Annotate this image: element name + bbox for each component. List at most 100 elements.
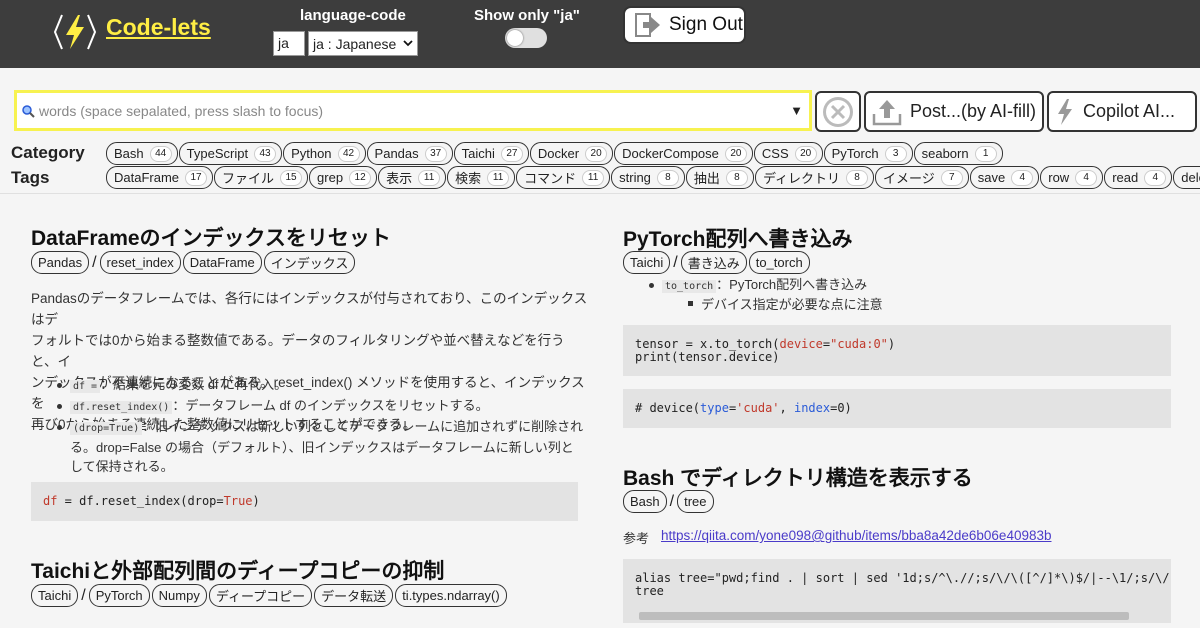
chip-label: CSS (761, 146, 789, 161)
post-category-tag[interactable]: Taichi (623, 251, 671, 274)
post-tag[interactable]: to_torch (748, 251, 810, 274)
category-chip-typescript[interactable]: TypeScript 43 (178, 142, 283, 165)
code-line: tree (635, 584, 664, 598)
category-label: Category (11, 143, 85, 162)
chip-label: Pandas (374, 146, 419, 161)
tags-label: Tags (11, 168, 50, 187)
code-token: ) (252, 494, 260, 508)
tag-chip-command[interactable]: コマンド 11 (516, 166, 611, 189)
reference-link[interactable]: https://qiita.com/yone098@github/items/b… (661, 528, 1052, 543)
list-item-text: ：旧インデックスは新しい列としてデータフレームに追加されずに削除され (142, 419, 584, 434)
category-chip-pytorch[interactable]: PyTorch 3 (823, 142, 913, 165)
post-tag[interactable]: ti.types.ndarray() (395, 584, 507, 607)
chip-count: 8 (656, 169, 679, 186)
chip-label: Python (291, 146, 332, 161)
code-block[interactable]: tensor = x.to_torch(device="cuda:0") pri… (623, 325, 1171, 376)
chip-count: 20 (794, 145, 817, 162)
tag-chip-row[interactable]: row 4 (1040, 166, 1104, 189)
code-token: df (43, 494, 58, 508)
horizontal-scrollbar[interactable] (639, 612, 1129, 620)
post-tag[interactable]: DataFrame (182, 251, 262, 274)
code-token: "cuda:0" (830, 336, 888, 351)
post-category-tag[interactable]: Taichi (31, 584, 79, 607)
post-ai-fill-button[interactable]: Post...(by AI-fill) (864, 91, 1044, 132)
post-tag[interactable]: データ転送 (314, 584, 394, 607)
sign-out-label: Sign Out (669, 14, 743, 35)
reference-label: 参考 (623, 531, 650, 546)
chip-count: 11 (487, 169, 510, 186)
chip-label: ディレクトリ (762, 171, 841, 186)
post-tag[interactable]: インデックス (263, 251, 356, 274)
tag-chip-display[interactable]: 表示 11 (378, 166, 447, 189)
post-tag[interactable]: Numpy (151, 584, 207, 607)
code-token: , (779, 401, 794, 415)
clear-search-button[interactable] (815, 91, 861, 132)
app-title-link[interactable]: Code-lets (106, 14, 211, 41)
tag-chip-dataframe[interactable]: DataFrame 17 (106, 166, 214, 189)
post-tag[interactable]: ディープコピー (208, 584, 313, 607)
category-chip-pandas[interactable]: Pandas 37 (366, 142, 453, 165)
post-category-tag[interactable]: Bash (623, 490, 667, 513)
post-tag[interactable]: 書き込み (680, 251, 747, 274)
category-chip-seaborn[interactable]: seaborn 1 (913, 142, 1003, 165)
chip-count: 11 (582, 169, 605, 186)
code-token: True (223, 494, 253, 508)
tag-chip-extract[interactable]: 抽出 8 (685, 166, 754, 189)
list-item: df = ：結果を元の変数 df に再代入。 (54, 375, 584, 396)
sub-list-item: デバイス指定が必要な点に注意 (688, 294, 883, 313)
post-tag-line: Taichi / 書き込み to_torch (623, 251, 810, 274)
code-token: 'cuda' (736, 401, 780, 415)
tag-chip-image[interactable]: イメージ 7 (875, 166, 969, 189)
chip-count: 44 (149, 145, 172, 162)
chip-count: 1 (974, 145, 997, 162)
category-chip-python[interactable]: Python 42 (283, 142, 366, 165)
post-bullet-list: to_torch ：PyTorch配列へ書き込み (646, 275, 1146, 296)
category-chip-docker[interactable]: Docker 20 (529, 142, 614, 165)
tag-chip-search[interactable]: 検索 11 (447, 166, 516, 189)
post-title[interactable]: Taichiと外部配列間のディープコピーの抑制 (31, 555, 444, 585)
tag-chip-file[interactable]: ファイル 15 (214, 166, 309, 189)
dropdown-arrow-icon[interactable]: ▼ (790, 103, 803, 118)
post-title[interactable]: Bash でディレクトリ構造を表示する (623, 462, 973, 492)
square-bullet (688, 301, 693, 306)
language-code-input[interactable]: ja (273, 31, 305, 56)
post-tag-line: Pandas / reset_index DataFrame インデックス (31, 251, 356, 274)
language-select[interactable]: ja : Japanese (308, 31, 418, 56)
tag-chip-directory[interactable]: ディレクトリ 8 (754, 166, 875, 189)
category-chip-dockercompose[interactable]: DockerCompose 20 (614, 142, 753, 165)
category-chip-css[interactable]: CSS 20 (753, 142, 823, 165)
category-chip-taichi[interactable]: Taichi 27 (453, 142, 529, 165)
code-block[interactable]: # device(type='cuda', index=0) (623, 389, 1171, 428)
tag-separator: / (81, 586, 86, 604)
tag-chip-string[interactable]: string 8 (611, 166, 685, 189)
chip-label: TypeScript (186, 146, 249, 161)
post-category-tag[interactable]: Pandas (31, 251, 90, 274)
tag-chip-delete[interactable]: delete4 (1173, 166, 1200, 189)
chip-label: delete (1181, 170, 1200, 185)
tag-chip-read[interactable]: read 4 (1104, 166, 1173, 189)
search-input[interactable]: words (space sepalated, press slash to f… (14, 90, 812, 131)
post-title[interactable]: DataFrameのインデックスをリセット (31, 222, 391, 252)
tag-chip-grep[interactable]: grep 12 (309, 166, 378, 189)
post-title[interactable]: PyTorch配列へ書き込み (623, 223, 852, 253)
category-chip-row: Bash 44 TypeScript 43 Python 42 Pandas 37 Ta… (106, 142, 1004, 165)
list-item-text: ：データフレーム df のインデックスをリセットする。 (172, 398, 489, 413)
category-chip-bash[interactable]: Bash 44 (106, 142, 178, 165)
post-tag[interactable]: tree (677, 490, 714, 513)
toggle-knob (507, 30, 523, 46)
code-block[interactable]: df = df.reset_index(drop=True) (31, 482, 578, 521)
show-only-toggle[interactable] (505, 28, 547, 48)
list-item-text: して保持される。 (70, 459, 174, 474)
code-token: # device( (635, 401, 701, 415)
post-tag[interactable]: PyTorch (88, 584, 150, 607)
code-token: index (793, 401, 831, 415)
chip-count: 20 (585, 145, 608, 162)
code-line: tensor = x.to_torch(device="cuda:0") (635, 336, 1159, 351)
tag-chip-save[interactable]: save 4 (969, 166, 1040, 189)
language-code-label: language-code (300, 7, 406, 24)
copilot-ai-button[interactable]: Copilot AI... (1047, 91, 1197, 132)
tag-separator: / (92, 253, 97, 271)
list-item: df.reset_index() ：データフレーム df のインデックスをリセット… (54, 396, 584, 417)
sign-out-button[interactable]: Sign Out (623, 6, 746, 44)
post-tag[interactable]: reset_index (99, 251, 181, 274)
